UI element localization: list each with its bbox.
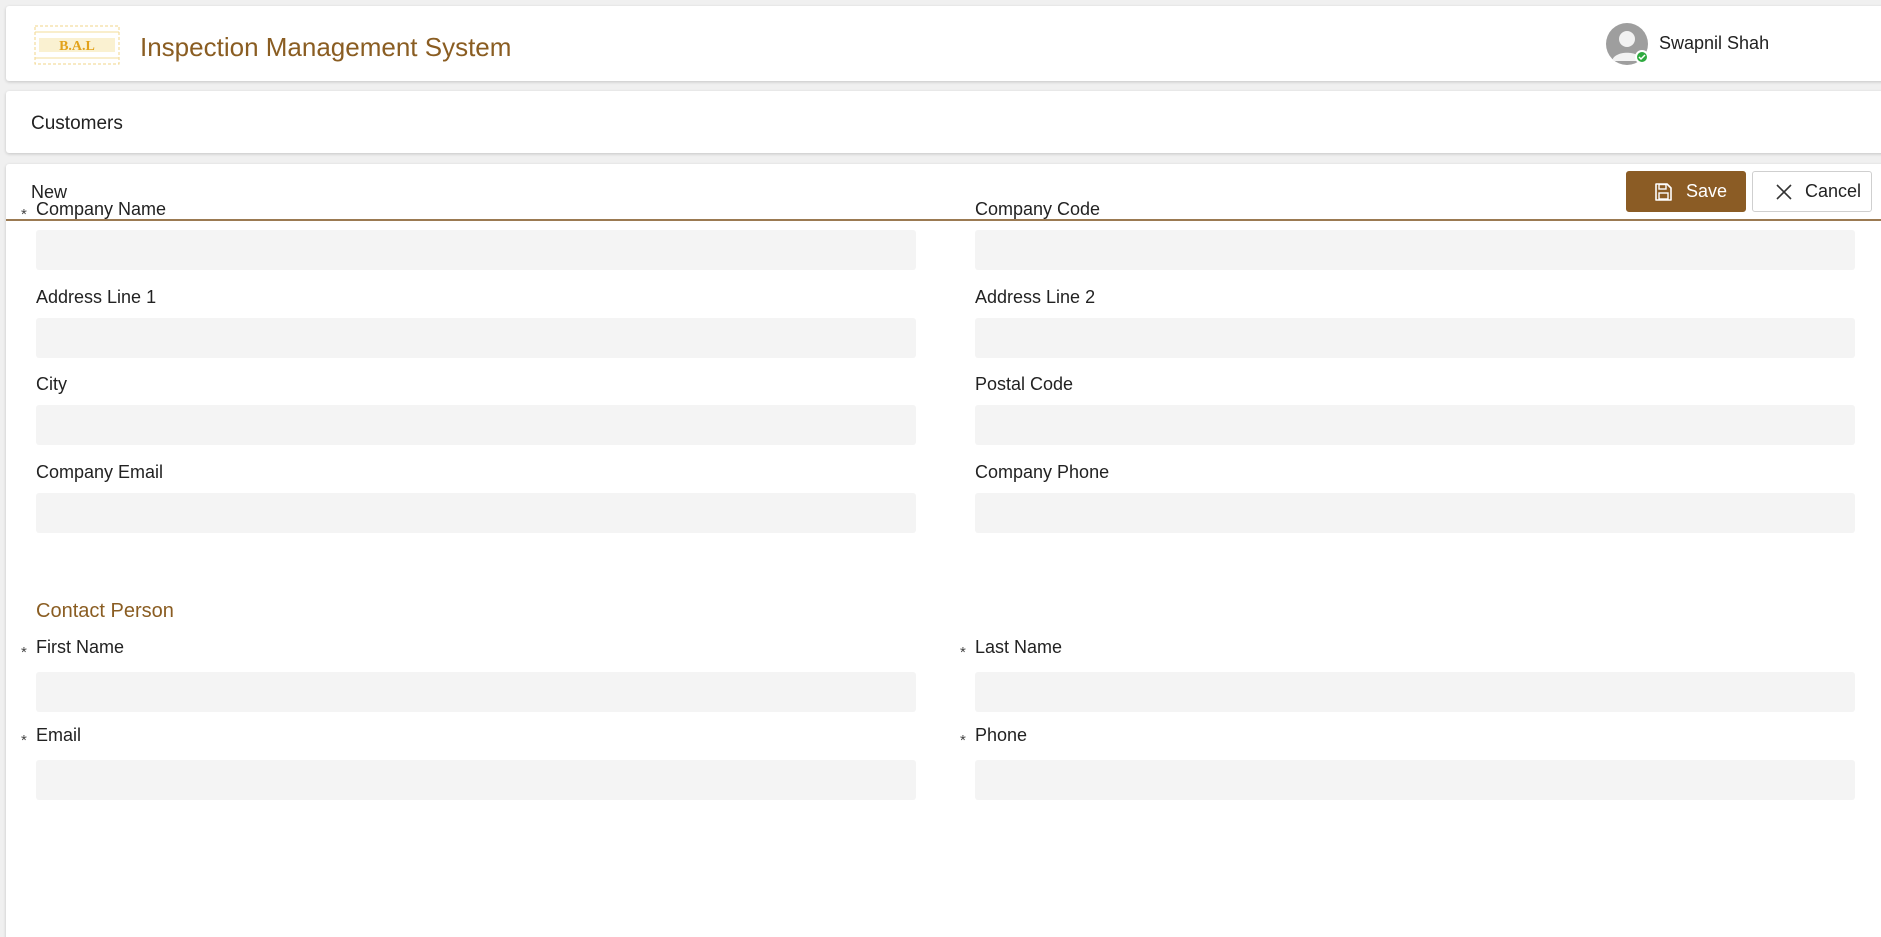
address-line-2-label: Address Line 2: [975, 287, 1096, 307]
top-bar: B.A.L Inspection Management System Swapn…: [6, 6, 1881, 81]
company-name-input[interactable]: [36, 230, 916, 270]
address-line-1-input[interactable]: [36, 318, 916, 358]
company-phone-input[interactable]: [975, 493, 1855, 533]
app-title: Inspection Management System: [140, 32, 512, 62]
company-code-label: Company Code: [975, 199, 1101, 219]
company-code-input[interactable]: [975, 230, 1855, 270]
required-marker: *: [21, 206, 27, 223]
save-button[interactable]: Save: [1626, 171, 1746, 212]
phone-input[interactable]: [975, 760, 1855, 800]
breadcrumb-current: Customers: [31, 113, 123, 134]
phone-label: Phone: [975, 725, 1028, 745]
last-name-input[interactable]: [975, 672, 1855, 712]
first-name-label: First Name: [36, 637, 125, 657]
user-name[interactable]: Swapnil Shah: [1659, 33, 1769, 54]
postal-code-input[interactable]: [975, 405, 1855, 445]
company-email-input[interactable]: [36, 493, 916, 533]
cancel-button[interactable]: Cancel: [1752, 171, 1872, 212]
form-header: New Save Cancel: [6, 164, 1881, 221]
required-marker: *: [960, 732, 966, 749]
save-button-label: Save: [1686, 181, 1728, 201]
customer-form: New Save Cancel * Company Name Company C…: [6, 164, 1881, 937]
required-marker: *: [960, 644, 966, 661]
email-input[interactable]: [36, 760, 916, 800]
company-phone-label: Company Phone: [975, 462, 1110, 482]
floppy-disk-icon: [1652, 181, 1674, 203]
first-name-input[interactable]: [36, 672, 916, 712]
last-name-label: Last Name: [975, 637, 1063, 657]
required-marker: *: [21, 644, 27, 661]
close-icon: [1773, 181, 1795, 203]
cancel-button-label: Cancel: [1805, 181, 1862, 201]
required-marker: *: [21, 732, 27, 749]
postal-code-label: Postal Code: [975, 374, 1074, 394]
company-name-label: Company Name: [36, 199, 167, 219]
logo-text: B.A.L: [59, 39, 95, 54]
city-input[interactable]: [36, 405, 916, 445]
address-line-1-label: Address Line 1: [36, 287, 157, 307]
company-logo[interactable]: B.A.L: [31, 24, 123, 66]
company-email-label: Company Email: [36, 462, 164, 482]
city-label: City: [36, 374, 67, 394]
contact-person-heading: Contact Person: [36, 600, 174, 622]
email-label: Email: [36, 725, 82, 745]
online-status-icon: [1635, 50, 1649, 64]
breadcrumb: Customers: [6, 91, 1881, 153]
address-line-2-input[interactable]: [975, 318, 1855, 358]
